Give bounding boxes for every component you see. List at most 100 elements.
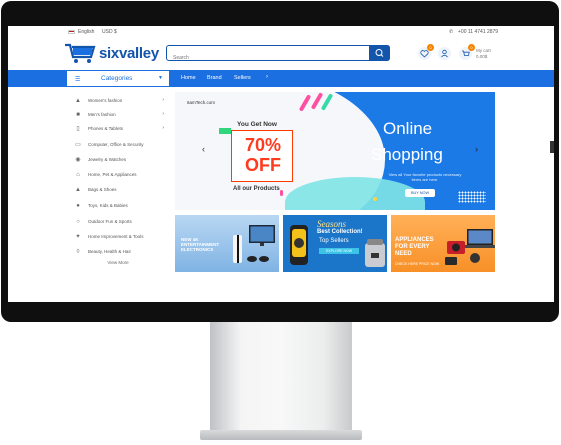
sidebar-item-tools[interactable]: ✦ Home Improvement & Tools [66, 230, 170, 244]
search-input[interactable] [167, 51, 367, 65]
monitor-frame: English USD $ ✆ +00 11 4741 2879 sixvall… [1, 1, 559, 322]
buy-now-button[interactable]: BUY NOW [405, 189, 435, 197]
decor-dot [373, 197, 377, 201]
hero-banner[interactable]: 6amTech.com You Get Now 70% OFF All our … [175, 92, 495, 210]
chevron-right-icon: › [162, 97, 164, 103]
speaker-image [290, 225, 308, 265]
sidebar-item-label: Jewelry & Watches [88, 157, 127, 162]
offer-box: 70% OFF [231, 130, 293, 182]
monitor-stand-base [200, 430, 362, 440]
banner-all-products: All our Products [233, 186, 280, 192]
promo-appliances-title: APPLIANCES FOR EVERY NEED [395, 237, 434, 257]
banner-you-get: You Get Now [237, 121, 277, 128]
sidebar-item-label: Bags & Shoes [88, 187, 117, 192]
watch-icon: ◉ [75, 157, 81, 163]
sidebar-item-label: Beauty, Health & Hair [88, 249, 131, 254]
top-bar: English USD $ ✆ +00 11 4741 2879 [8, 26, 554, 38]
categories-button[interactable]: ☰ Categories ▼ [66, 70, 170, 87]
shirt-icon: ■ [76, 112, 80, 118]
decor-dot [280, 190, 283, 196]
wishlist-button[interactable]: 0 [418, 44, 434, 60]
sidebar-item-computer[interactable]: ▭ Computer, Office & Security [66, 138, 170, 152]
cart-count-badge: 0 [468, 44, 475, 51]
currency-selector[interactable]: USD $ [102, 29, 117, 35]
cart-button[interactable]: 0 [459, 44, 475, 60]
sidebar-item-label: Men's fashion [88, 112, 116, 117]
cart-total: 0.00$ [476, 54, 488, 59]
sidebar-item-bags-shoes[interactable]: ▲ Bags & Shoes [66, 183, 170, 197]
computer-icon: ▭ [75, 142, 81, 148]
nav-link-sellers[interactable]: Sellers [234, 75, 251, 81]
chevron-right-icon: › [162, 125, 164, 131]
promo-appliances-sub: CHECK HERE PRICE NOW [395, 262, 440, 266]
offer-off: OFF [245, 155, 281, 175]
sidebar-item-jewelry[interactable]: ◉ Jewelry & Watches [66, 153, 170, 167]
sport-icon: ○ [76, 219, 80, 225]
cooker-image [365, 239, 385, 267]
sidebar-item-outdoor[interactable]: ○ Outdoor Fun & Sports [66, 215, 170, 229]
decor-tag [219, 128, 231, 134]
sidebar-item-label: Phones & Tablets [88, 126, 123, 131]
tv-console-image [233, 225, 275, 263]
sidebar-item-label: Home Improvement & Tools [88, 234, 144, 239]
home-icon: ⌂ [76, 172, 80, 178]
sidebar-item-womens-fashion[interactable]: ▲ Women's fashion › [66, 94, 170, 108]
cart-logo-icon[interactable] [64, 42, 96, 64]
search-icon [375, 49, 384, 57]
sidebar-item-mens-fashion[interactable]: ■ Men's fashion › [66, 108, 170, 122]
account-button[interactable] [438, 47, 451, 60]
us-flag-icon [68, 30, 75, 34]
toy-icon: ● [76, 203, 80, 209]
banner-subtitle: View all Your favorite products necessar… [388, 172, 462, 182]
hamburger-icon: ☰ [75, 77, 81, 83]
sidebar-item-label: Home, Pet & Appliances [88, 172, 137, 177]
categories-label: Categories [101, 75, 133, 82]
search-button[interactable] [369, 45, 390, 61]
search-bar [166, 45, 390, 65]
sidebar-item-label: Toys, Kids & Babies [88, 203, 128, 208]
monitor-stand [210, 322, 352, 438]
wishlist-count-badge: 0 [427, 44, 434, 51]
sidebar-item-home-appliances[interactable]: ⌂ Home, Pet & Appliances [66, 168, 170, 182]
sidebar-item-toys[interactable]: ● Toys, Kids & Babies [66, 199, 170, 213]
main-navbar: ☰ Categories ▼ Home Brand Sellers › [8, 70, 554, 87]
chevron-down-icon: ▼ [158, 75, 163, 81]
sidebar-item-phones[interactable]: ▯ Phones & Tablets › [66, 122, 170, 136]
bag-icon: ▲ [75, 187, 81, 193]
site-logo[interactable]: sixvalley [99, 45, 159, 62]
language-selector[interactable]: English [78, 29, 94, 35]
monitor-side-button [550, 141, 554, 153]
cart-summary[interactable]: My cart 0.00$ [476, 48, 491, 60]
promo-seasons-best: Best Collection! [317, 229, 363, 235]
offer-percent: 70% [244, 135, 282, 155]
view-more-link[interactable]: View More [66, 260, 170, 265]
promo-seasons-cta[interactable]: EXPLORE NOW [319, 248, 359, 254]
nav-link-brand[interactable]: Brand [207, 75, 222, 81]
category-sidebar: ▲ Women's fashion › ■ Men's fashion › ▯ … [66, 89, 170, 301]
support-phone[interactable]: +00 11 4741 2879 [458, 29, 498, 35]
sidebar-item-label: Outdoor Fun & Sports [88, 219, 132, 224]
chevron-right-icon: › [162, 111, 164, 117]
promo-electronics-text: NEW 4K ENTERTAINMENT ELECTRONICS [181, 237, 220, 252]
browser-screen: English USD $ ✆ +00 11 4741 2879 sixvall… [8, 26, 554, 302]
promo-banner-seasons[interactable]: Seasons Best Collection! Top Sellers EXP… [283, 215, 387, 272]
sidebar-item-beauty[interactable]: ◊ Beauty, Health & Hair [66, 245, 170, 259]
tools-icon: ✦ [75, 234, 81, 240]
sidebar-item-label: Women's fashion [88, 98, 123, 103]
user-icon [441, 49, 448, 58]
dress-icon: ▲ [75, 98, 81, 104]
promo-seasons-top: Top Sellers [319, 238, 349, 244]
sidebar-item-label: Computer, Office & Security [88, 142, 144, 147]
prev-slide-arrow-icon[interactable]: ‹ [202, 144, 205, 154]
promo-banner-electronics[interactable]: NEW 4K ENTERTAINMENT ELECTRONICS [175, 215, 279, 272]
promo-seasons-title: Seasons [317, 219, 346, 229]
decor-dots [458, 191, 486, 203]
banner-online: Online [383, 119, 433, 138]
nav-link-home[interactable]: Home [181, 75, 196, 81]
next-slide-arrow-icon[interactable]: › [475, 144, 478, 154]
promo-banner-appliances[interactable]: APPLIANCES FOR EVERY NEED CHECK HERE PRI… [391, 215, 495, 272]
phone-icon: ✆ [449, 29, 454, 35]
banner-shopping: Shopping [371, 145, 443, 164]
chevron-right-icon: › [266, 74, 268, 80]
beauty-icon: ◊ [76, 249, 80, 255]
